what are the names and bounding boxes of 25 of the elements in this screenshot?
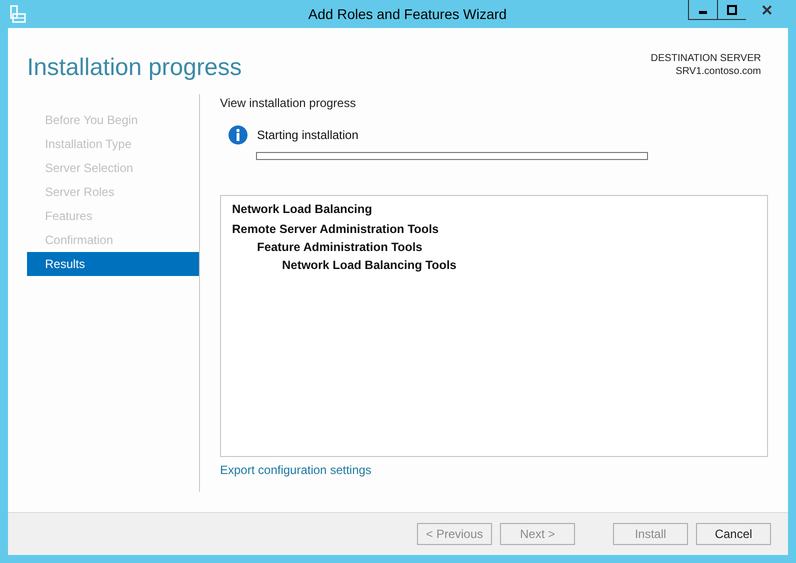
section-heading: View installation progress <box>220 96 357 110</box>
feature-name: Remote Server Administration Tools <box>232 222 439 236</box>
maximize-icon <box>727 4 737 14</box>
minimize-icon <box>699 10 707 14</box>
wizard-step[interactable]: Results <box>27 252 199 276</box>
export-link[interactable]: Export configuration settings <box>220 463 372 477</box>
page-title: Installation progress <box>27 54 242 83</box>
wizard-step[interactable]: Server Roles <box>27 180 199 204</box>
info-icon <box>228 125 248 145</box>
destination-label: DESTINATION SERVER <box>650 52 761 65</box>
wizard-step[interactable]: Server Selection <box>27 156 199 180</box>
feature-name: Feature Administration Tools <box>257 240 422 254</box>
wizard-step[interactable]: Installation Type <box>27 132 199 156</box>
wizard-step[interactable]: Confirmation <box>27 228 199 252</box>
close-icon <box>762 4 772 14</box>
minimize-button[interactable] <box>688 0 718 20</box>
destination-server: SRV1.contoso.com <box>676 65 761 78</box>
wizard-step[interactable]: Before You Begin <box>27 108 199 132</box>
status-text: Starting installation <box>257 128 358 142</box>
server-manager-icon <box>10 5 26 23</box>
feature-name: Network Load Balancing Tools <box>282 258 456 272</box>
feature-name: Network Load Balancing <box>232 202 372 216</box>
wizard-step[interactable]: Features <box>27 204 199 228</box>
wizard-button[interactable]: Cancel <box>696 523 771 545</box>
window-title: Add Roles and Features Wizard <box>307 6 508 22</box>
